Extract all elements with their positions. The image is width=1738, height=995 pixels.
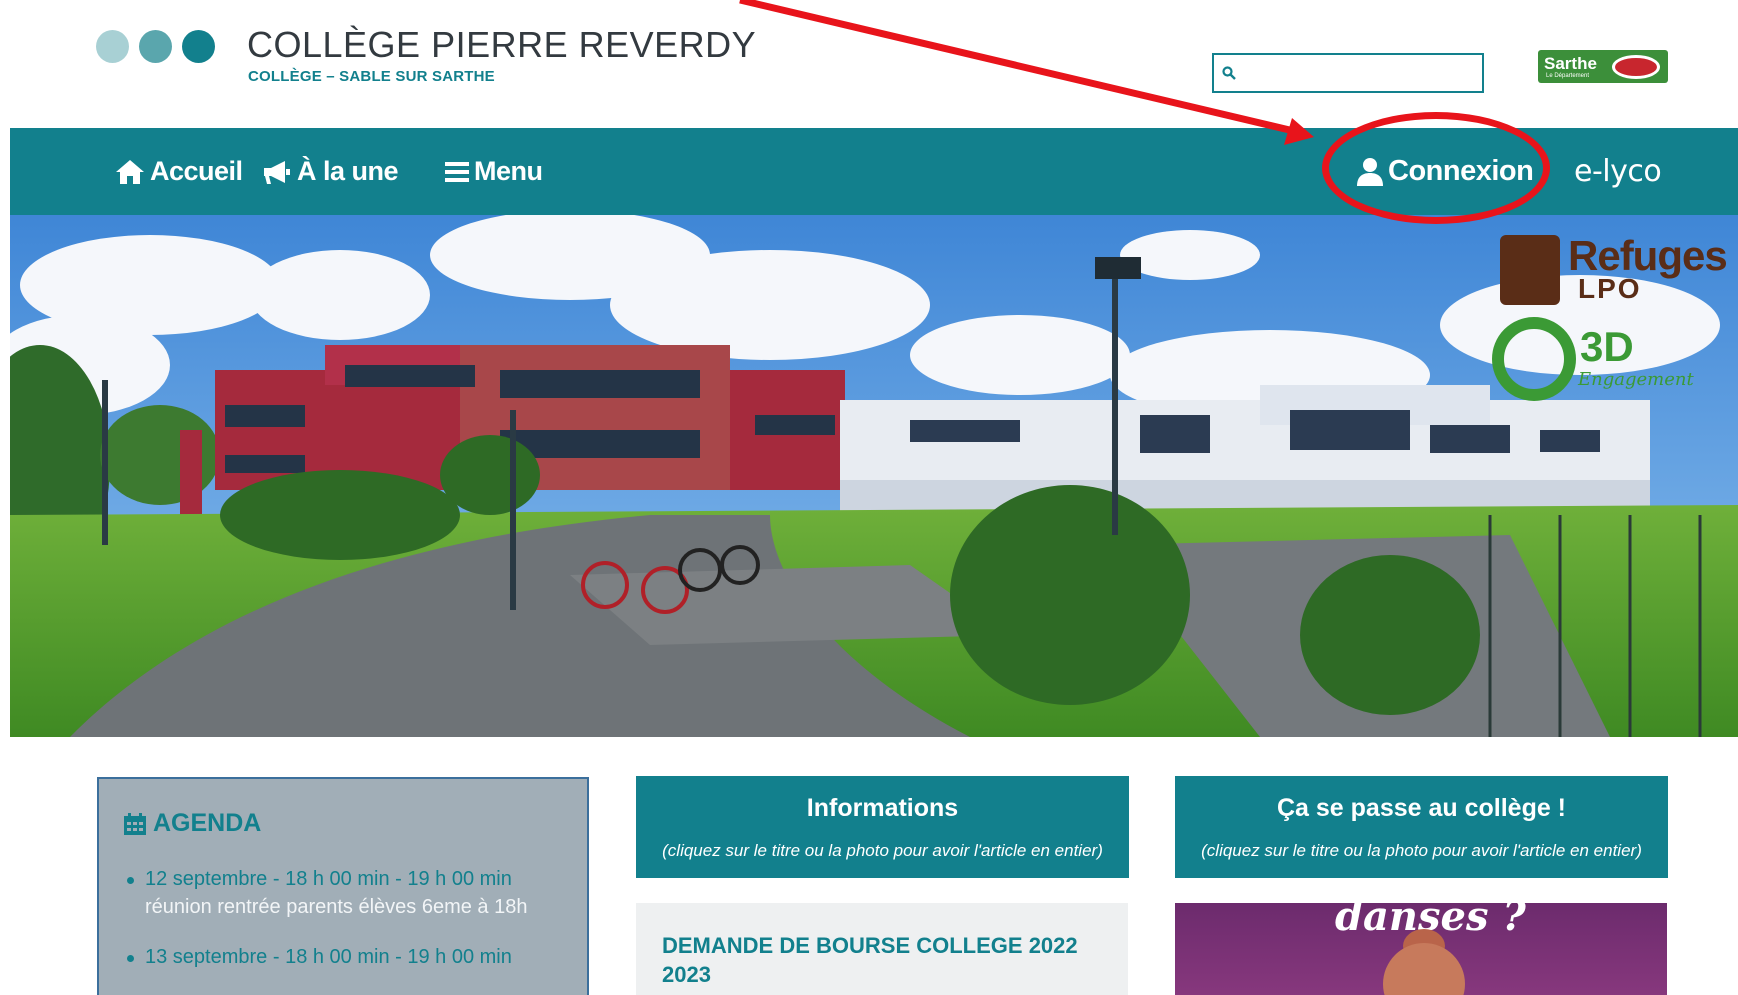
user-icon bbox=[1357, 157, 1383, 186]
agenda-item[interactable]: 13 septembre - 18 h 00 min - 19 h 00 min bbox=[125, 943, 565, 971]
informations-article-card[interactable]: DEMANDE DE BOURSE COLLEGE 2022 2023 bbox=[636, 903, 1128, 995]
logo-dot-3 bbox=[182, 30, 215, 63]
sarthe-logo-sub: Le Département bbox=[1546, 73, 1590, 79]
logo-dots[interactable] bbox=[96, 30, 215, 63]
nav-label-connexion: Connexion bbox=[1388, 155, 1534, 187]
sarthe-logo[interactable]: Sarthe Le Département bbox=[1538, 50, 1668, 83]
lpo-text: LPO bbox=[1578, 273, 1642, 304]
nav-label-menu: Menu bbox=[474, 156, 543, 186]
informations-header: Informations (cliquez sur le titre ou la… bbox=[636, 776, 1129, 878]
hero-illustration bbox=[10, 215, 1738, 737]
article-title[interactable]: DEMANDE DE BOURSE COLLEGE 2022 2023 bbox=[662, 931, 1102, 989]
informations-title[interactable]: Informations bbox=[636, 794, 1129, 823]
photo-figure-head bbox=[1383, 943, 1465, 995]
main-nav: Accueil À la une Menu Connexion e-lyco bbox=[10, 128, 1738, 215]
nav-item-accueil[interactable]: Accueil bbox=[114, 128, 243, 215]
nav-label-a-la-une: À la une bbox=[297, 156, 399, 186]
hamburger-icon bbox=[445, 161, 469, 182]
agenda-item-date: 13 septembre - 18 h 00 min - 19 h 00 min bbox=[145, 946, 512, 968]
search-box[interactable] bbox=[1212, 53, 1484, 93]
agenda-title[interactable]: AGENDA bbox=[123, 809, 261, 838]
elyco-link[interactable]: e-lyco bbox=[1574, 128, 1662, 215]
informations-subtitle: (cliquez sur le titre ou la photo pour a… bbox=[662, 841, 1103, 860]
site-header: COLLÈGE PIERRE REVERDY COLLÈGE – SABLE S… bbox=[0, 0, 1738, 128]
site-title[interactable]: COLLÈGE PIERRE REVERDY bbox=[247, 24, 756, 66]
agenda-item-date: 12 septembre - 18 h 00 min - 19 h 00 min bbox=[145, 868, 512, 890]
logo-dot-1 bbox=[96, 30, 129, 63]
sarthe-swoosh-icon bbox=[1612, 55, 1660, 79]
site-subtitle: COLLÈGE – SABLE SUR SARTHE bbox=[248, 68, 495, 85]
search-icon bbox=[1222, 66, 1236, 80]
agenda-title-text: AGENDA bbox=[153, 809, 262, 837]
search-input[interactable] bbox=[1242, 55, 1482, 91]
e3d-mark: 3D bbox=[1580, 323, 1634, 370]
nav-item-a-la-une[interactable]: À la une bbox=[261, 128, 399, 215]
nav-item-menu[interactable]: Menu bbox=[444, 128, 543, 215]
college-news-header: Ça se passe au collège ! (cliquez sur le… bbox=[1175, 776, 1668, 878]
calendar-icon bbox=[124, 812, 146, 835]
agenda-item[interactable]: 12 septembre - 18 h 00 min - 19 h 00 min… bbox=[125, 865, 565, 921]
logo-dot-2 bbox=[139, 30, 172, 63]
college-news-photo[interactable]: danses ? bbox=[1175, 903, 1667, 995]
hero-photo: Refuges LPO 3D Engagement bbox=[10, 215, 1738, 737]
college-news-subtitle: (cliquez sur le titre ou la photo pour a… bbox=[1201, 841, 1642, 860]
bird-icon bbox=[1500, 235, 1560, 305]
sarthe-logo-name: Sarthe bbox=[1544, 54, 1597, 73]
refuges-text: Refuges bbox=[1568, 232, 1728, 279]
agenda-item-desc: réunion rentrée parents élèves 6eme à 18… bbox=[145, 896, 528, 918]
agenda-panel: AGENDA 12 septembre - 18 h 00 min - 19 h… bbox=[97, 777, 589, 995]
e3d-e-icon bbox=[1492, 317, 1576, 401]
agenda-list: 12 septembre - 18 h 00 min - 19 h 00 min… bbox=[125, 865, 565, 993]
nav-item-connexion[interactable]: Connexion bbox=[1356, 128, 1534, 215]
college-news-title[interactable]: Ça se passe au collège ! bbox=[1175, 794, 1668, 823]
refuges-lpo-logo[interactable]: Refuges LPO bbox=[1500, 235, 1730, 305]
megaphone-icon bbox=[264, 160, 290, 184]
home-icon bbox=[116, 159, 144, 184]
e3d-logo[interactable]: 3D Engagement bbox=[1468, 317, 1698, 407]
nav-label-accueil: Accueil bbox=[150, 156, 243, 186]
e3d-sub: Engagement bbox=[1578, 369, 1694, 390]
